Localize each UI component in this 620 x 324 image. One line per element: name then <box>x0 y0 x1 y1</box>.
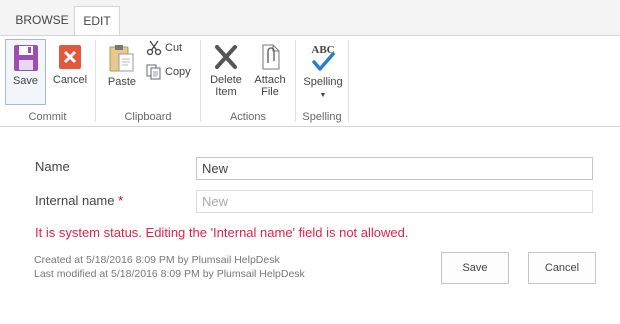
ribbon-tabs: BROWSE EDIT <box>0 0 620 37</box>
modified-info: Last modified at 5/18/2016 8:09 PM by Pl… <box>34 268 305 280</box>
attach-file-button[interactable]: Attach File <box>251 39 289 105</box>
ribbon-save-label: Save <box>12 75 39 87</box>
actions-group: Delete Item Attach File Actions <box>201 36 295 126</box>
save-button[interactable]: Save <box>441 252 509 284</box>
clipboard-group-label: Clipboard <box>124 111 172 123</box>
attach-file-label-2: File <box>261 86 279 98</box>
delete-item-label-1: Delete <box>210 74 242 86</box>
ribbon-cancel-label: Cancel <box>52 74 88 86</box>
copy-button[interactable]: Copy <box>146 63 191 81</box>
attach-file-icon <box>262 44 280 70</box>
actions-group-label: Actions <box>229 111 267 123</box>
copy-icon <box>146 64 161 80</box>
tab-browse[interactable]: BROWSE <box>10 6 74 35</box>
ribbon-cancel-button[interactable]: Cancel <box>50 39 90 105</box>
paste-button[interactable]: Paste <box>102 39 142 105</box>
commit-group-label: Commit <box>28 111 67 123</box>
created-info: Created at 5/18/2016 8:09 PM by Plumsail… <box>34 254 280 266</box>
cancel-button[interactable]: Cancel <box>528 252 596 284</box>
internal-name-label: Internal name * <box>35 193 123 208</box>
edit-form: Name Internal name * It is system status… <box>0 126 620 324</box>
cancel-icon <box>59 45 81 69</box>
internal-name-label-text: Internal name <box>35 193 115 208</box>
spelling-button[interactable]: ABC Spelling ▼ <box>300 39 346 105</box>
delete-x-icon <box>215 45 237 69</box>
commit-group: Save Cancel Commit <box>0 36 95 126</box>
copy-label: Copy <box>165 66 191 78</box>
divider <box>348 40 349 122</box>
spelling-check-icon: ABC <box>311 44 335 71</box>
internal-name-input <box>196 190 593 213</box>
paste-icon <box>109 45 134 72</box>
ribbon: Save Cancel Commit Paste Cut Copy Clipbo… <box>0 35 620 127</box>
required-mark: * <box>118 193 124 208</box>
ribbon-save-button[interactable]: Save <box>5 39 46 105</box>
cut-button[interactable]: Cut <box>146 39 182 57</box>
spelling-label: Spelling <box>303 76 343 88</box>
spelling-group: ABC Spelling ▼ Spelling <box>296 36 348 126</box>
name-input[interactable] <box>196 157 593 180</box>
attach-file-label-1: Attach <box>254 74 286 86</box>
error-message: It is system status. Editing the 'Intern… <box>35 225 409 240</box>
spelling-dropdown-arrow-icon[interactable]: ▼ <box>320 92 327 99</box>
delete-item-button[interactable]: Delete Item <box>207 39 245 105</box>
save-icon <box>13 45 38 71</box>
cut-label: Cut <box>165 42 183 54</box>
clipboard-group: Paste Cut Copy Clipboard <box>96 36 200 126</box>
tab-edit[interactable]: EDIT <box>74 6 120 37</box>
scissors-icon <box>146 40 162 56</box>
delete-item-label-2: Item <box>215 86 237 98</box>
paste-label: Paste <box>107 76 137 88</box>
name-label: Name <box>35 159 70 174</box>
spelling-group-label: Spelling <box>302 111 342 123</box>
